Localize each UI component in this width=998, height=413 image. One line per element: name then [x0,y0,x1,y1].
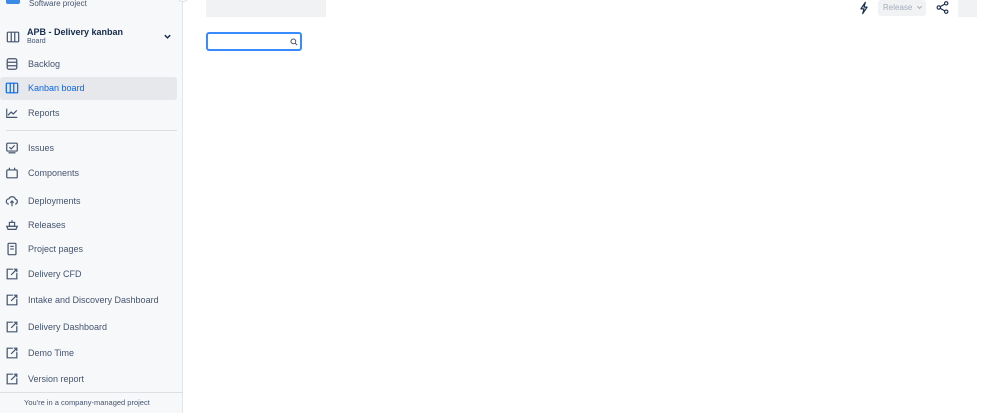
issues-icon [6,142,18,154]
sidebar-item-label: Intake and Discovery Dashboard [28,295,159,305]
external-link-icon [6,321,18,333]
backlog-icon [6,58,18,70]
toolbar-placeholder [958,0,977,17]
sidebar-item-label: Delivery Dashboard [28,322,108,332]
sidebar-item-version-report[interactable]: Version report [0,368,177,391]
sidebar-item-demo-time[interactable]: Demo Time [0,342,177,365]
sidebar-item-label: Delivery CFD [28,269,82,279]
sidebar-item-issues[interactable]: Issues [0,137,177,160]
sidebar-item-label: Version report [28,374,85,384]
sidebar-item-delivery-dashboard[interactable]: Delivery Dashboard [0,316,177,339]
sidebar-item-label: Project pages [28,244,84,254]
project-sidebar: Software project APB - Delivery kanban B… [0,0,190,413]
sidebar-item-project-pages[interactable]: Project pages [0,238,177,261]
board-columns-icon [6,31,20,43]
chevron-down-icon [916,5,923,10]
project-header[interactable]: Software project [0,0,183,10]
sidebar-footer-divider [0,392,183,393]
sidebar-item-kanban-board[interactable]: Kanban board [0,77,177,100]
project-type-footer: You're in a company-managed project [24,398,150,407]
project-type-label: Software project [29,0,87,8]
sidebar-item-label: Issues [28,143,55,153]
share-icon[interactable] [936,1,949,14]
sidebar-item-reports[interactable]: Reports [0,102,177,125]
cloud-upload-icon [5,196,18,207]
external-link-icon [6,268,18,280]
sidebar-item-label: Reports [28,108,60,118]
sidebar-item-label: Kanban board [28,83,85,93]
sidebar-item-label: Releases [28,220,66,230]
reports-chart-icon [6,108,18,118]
breadcrumb-placeholder [206,0,326,17]
lightning-bolt-icon[interactable] [857,1,871,15]
release-button-label: Release [883,3,913,12]
sidebar-divider [6,130,177,131]
search-icon [290,38,298,46]
board-search-input[interactable] [206,32,302,51]
external-link-icon [6,347,18,359]
sidebar-item-releases[interactable]: Releases [0,214,177,237]
sidebar-item-label: Components [28,168,80,178]
board-columns-icon [5,82,19,94]
sidebar-item-label: Backlog [28,59,61,69]
sidebar-item-label: Demo Time [28,348,75,358]
board-subtitle: Board [27,38,46,45]
sidebar-item-backlog[interactable]: Backlog [0,53,177,76]
sidebar-item-intake-discovery-dashboard[interactable]: Intake and Discovery Dashboard [0,289,177,312]
chevron-down-icon [164,34,171,39]
sidebar-item-label: Deployments [28,196,81,206]
page-icon [7,242,17,256]
external-link-icon [6,294,18,306]
board-switcher[interactable]: APB - Delivery kanban Board [0,24,183,50]
ship-icon [5,220,19,230]
sidebar-item-deployments[interactable]: Deployments [0,190,177,213]
project-avatar [6,0,20,4]
sidebar-item-components[interactable]: Components [0,162,177,185]
external-link-icon [6,373,18,385]
board-title: APB - Delivery kanban [27,27,124,37]
components-icon [6,167,18,179]
sidebar-item-delivery-cfd[interactable]: Delivery CFD [0,263,177,286]
release-button[interactable]: Release [878,0,926,16]
